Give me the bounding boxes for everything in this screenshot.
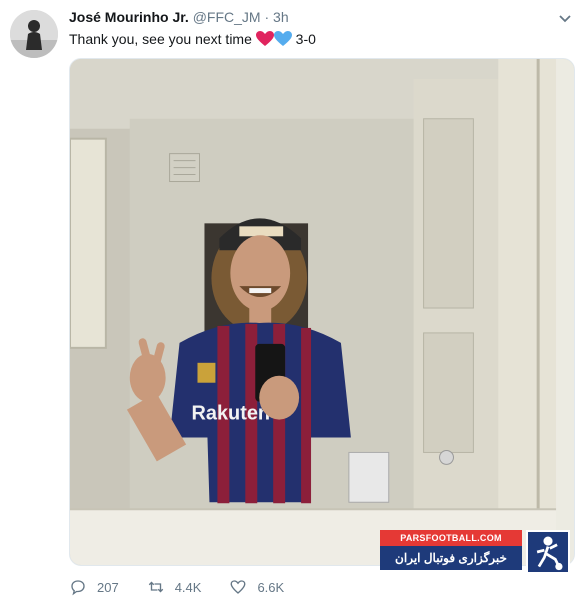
reply-icon bbox=[71, 580, 85, 596]
author-avatar[interactable] bbox=[10, 10, 58, 58]
watermark-tagline: خبرگزاری فوتبال ایران bbox=[380, 546, 522, 570]
mirror-selfie-image: Rakuten bbox=[70, 59, 574, 565]
retweet-button[interactable]: 4.4K bbox=[147, 578, 202, 596]
watermark-site: PARSFOOTBALL.COM bbox=[380, 530, 522, 546]
author-name[interactable]: José Mourinho Jr. bbox=[69, 9, 189, 25]
chevron-down-icon[interactable] bbox=[558, 12, 572, 26]
tweet-time[interactable]: 3h bbox=[273, 9, 289, 25]
retweet-icon bbox=[148, 581, 163, 593]
separator-dot: · bbox=[264, 9, 270, 25]
like-button[interactable]: 6.6K bbox=[229, 578, 284, 596]
tweet-photo[interactable]: Rakuten bbox=[69, 58, 575, 566]
tweet-body: Thank you, see you next time bbox=[69, 31, 252, 47]
reply-count: 207 bbox=[97, 579, 119, 595]
blue-heart-icon bbox=[273, 31, 292, 46]
reply-button[interactable]: 207 bbox=[69, 578, 119, 596]
svg-text:Rakuten: Rakuten bbox=[192, 403, 271, 425]
football-player-logo-icon bbox=[526, 530, 570, 574]
tweet-score: 3-0 bbox=[295, 31, 316, 47]
author-handle[interactable]: @FFC_JM bbox=[193, 9, 261, 25]
tweet-text: Thank you, see you next time 3-0 bbox=[69, 30, 316, 48]
watermark: PARSFOOTBALL.COM خبرگزاری فوتبال ایران bbox=[380, 530, 570, 576]
tweet-header: José Mourinho Jr. @FFC_JM · 3h bbox=[69, 9, 289, 25]
like-count: 6.6K bbox=[257, 579, 285, 595]
tweet-actions: 207 4.4K 6.6K bbox=[69, 578, 312, 596]
retweet-count: 4.4K bbox=[174, 579, 202, 595]
red-heart-icon bbox=[255, 31, 274, 46]
heart-outline-icon bbox=[231, 580, 246, 594]
